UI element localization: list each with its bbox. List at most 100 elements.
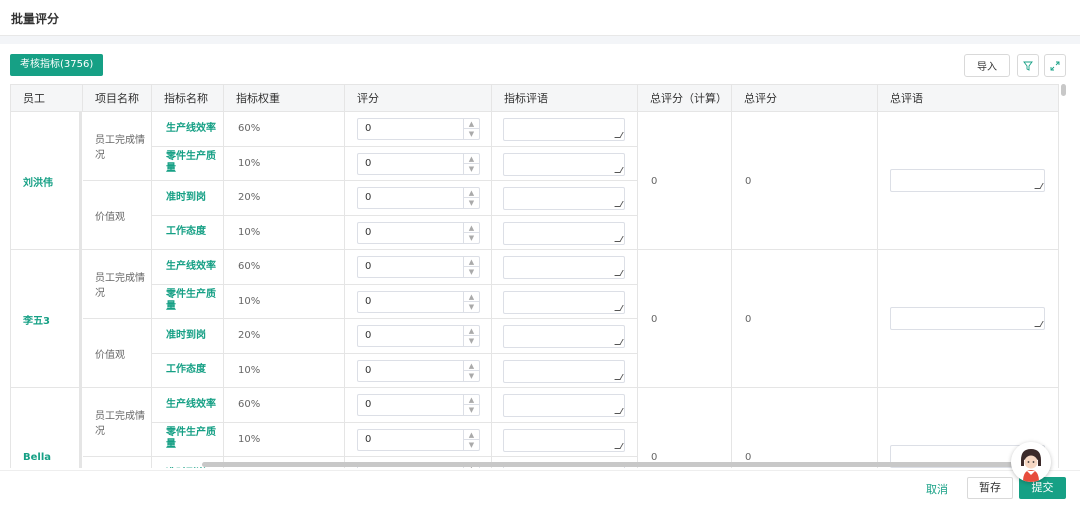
score-input[interactable]: 0 ▲ ▼ [357, 394, 480, 416]
stepper-up-icon[interactable]: ▲ [464, 223, 479, 233]
score-stepper[interactable]: ▲ ▼ [463, 119, 479, 139]
horizontal-scrollbar[interactable] [202, 462, 1017, 467]
score-input[interactable]: 0 ▲ ▼ [357, 118, 480, 140]
stepper-up-icon[interactable]: ▲ [464, 430, 479, 440]
indicator-name[interactable]: 生产线效率 [152, 388, 224, 423]
indicator-name[interactable]: 生产线效率 [152, 112, 224, 147]
score-stepper[interactable]: ▲ ▼ [463, 257, 479, 277]
stepper-down-icon[interactable]: ▼ [464, 164, 479, 174]
expand-icon [1050, 61, 1060, 70]
stepper-down-icon[interactable]: ▼ [464, 198, 479, 208]
stepper-up-icon[interactable]: ▲ [464, 257, 479, 267]
indicator-comment-textarea[interactable] [503, 221, 625, 245]
score-input[interactable]: 0 ▲ ▼ [357, 152, 480, 175]
stepper-up-icon[interactable]: ▲ [464, 292, 479, 302]
indicator-name[interactable]: 工作态度 [152, 353, 224, 388]
filter-button[interactable] [1017, 54, 1039, 77]
score-input[interactable]: 0 ▲ ▼ [357, 187, 480, 209]
indicator-comment-textarea[interactable] [503, 394, 625, 417]
score-input[interactable]: 0 ▲ ▼ [357, 428, 480, 451]
project-name: 价值观 [83, 181, 152, 250]
stepper-down-icon[interactable]: ▼ [464, 233, 479, 243]
score-stepper[interactable]: ▲ ▼ [463, 395, 479, 415]
indicator-comment-cell [492, 181, 638, 216]
score-cell: 0 ▲ ▼ [345, 215, 492, 250]
total-score: 0 [732, 250, 878, 388]
header-total: 总评分 [732, 85, 878, 112]
indicator-comment-textarea[interactable] [503, 187, 625, 210]
indicator-name[interactable]: 零件生产质量 [152, 422, 224, 457]
project-name: 员工完成情况 [83, 250, 152, 319]
score-cell: 0 ▲ ▼ [345, 388, 492, 423]
employee-name[interactable]: 刘洪伟 [11, 112, 82, 250]
score-value: 0 [365, 157, 372, 169]
score-value: 0 [365, 295, 372, 307]
score-cell: 0 ▲ ▼ [345, 284, 492, 319]
score-stepper[interactable]: ▲ ▼ [463, 153, 479, 174]
stepper-down-icon[interactable]: ▼ [464, 371, 479, 381]
indicator-name[interactable]: 准时到岗 [152, 181, 224, 216]
stepper-up-icon[interactable]: ▲ [464, 188, 479, 198]
indicator-comment-cell [492, 112, 638, 147]
score-stepper[interactable]: ▲ ▼ [463, 291, 479, 312]
indicator-weight: 10% [224, 284, 345, 319]
score-stepper[interactable]: ▲ ▼ [463, 429, 479, 450]
score-stepper[interactable]: ▲ ▼ [463, 326, 479, 346]
save-draft-button[interactable]: 暂存 [967, 477, 1013, 499]
score-cell: 0 ▲ ▼ [345, 112, 492, 147]
score-input[interactable]: 0 ▲ ▼ [357, 290, 480, 313]
total-comment-textarea[interactable] [890, 307, 1045, 330]
score-input[interactable]: 0 ▲ ▼ [357, 221, 480, 244]
total-score: 0 [732, 388, 878, 468]
assistant-avatar-icon[interactable] [1011, 442, 1051, 482]
score-input[interactable]: 0 ▲ ▼ [357, 256, 480, 278]
score-stepper[interactable]: ▲ ▼ [463, 222, 479, 243]
header-project: 项目名称 [83, 85, 152, 112]
stepper-down-icon[interactable]: ▼ [464, 405, 479, 415]
indicator-weight: 20% [224, 319, 345, 354]
score-input[interactable]: 0 ▲ ▼ [357, 325, 480, 347]
stepper-up-icon[interactable]: ▲ [464, 119, 479, 129]
score-input[interactable]: 0 ▲ ▼ [357, 359, 480, 382]
stepper-down-icon[interactable]: ▼ [464, 336, 479, 346]
header-weight: 指标权重 [224, 85, 345, 112]
indicator-name[interactable]: 工作态度 [152, 215, 224, 250]
indicator-name[interactable]: 生产线效率 [152, 250, 224, 285]
indicator-comment-textarea[interactable] [503, 290, 625, 314]
indicator-comment-cell [492, 284, 638, 319]
indicator-comment-textarea[interactable] [503, 428, 625, 452]
import-button[interactable]: 导入 [964, 54, 1010, 77]
indicator-button[interactable]: 考核指标(3756) [10, 54, 104, 76]
total-comment-textarea[interactable] [890, 169, 1045, 192]
score-stepper[interactable]: ▲ ▼ [463, 188, 479, 208]
cancel-button[interactable]: 取消 [926, 481, 948, 497]
stepper-down-icon[interactable]: ▼ [464, 302, 479, 312]
employee-group: 李五3 员工完成情况 价值观 生产线效率 60% 0 ▲ ▼ 零件生产质量 10… [11, 250, 1058, 388]
indicator-comment-textarea[interactable] [503, 152, 625, 176]
indicator-comment-textarea[interactable] [503, 118, 625, 141]
indicator-comment-textarea[interactable] [503, 256, 625, 279]
indicator-weight: 10% [224, 422, 345, 457]
indicator-comment-cell [492, 388, 638, 423]
header-divider [0, 36, 1080, 44]
stepper-down-icon[interactable]: ▼ [464, 129, 479, 139]
employee-name[interactable]: 李五3 [11, 250, 82, 388]
indicator-name[interactable]: 零件生产质量 [152, 284, 224, 319]
indicator-name[interactable]: 零件生产质量 [152, 146, 224, 181]
stepper-up-icon[interactable]: ▲ [464, 326, 479, 336]
header-indicator-comment: 指标评语 [492, 85, 638, 112]
expand-button[interactable] [1044, 54, 1066, 77]
indicator-comment-textarea[interactable] [503, 359, 625, 383]
indicator-comment-textarea[interactable] [503, 325, 625, 348]
stepper-down-icon[interactable]: ▼ [464, 267, 479, 277]
vertical-scrollbar[interactable] [1061, 84, 1066, 96]
indicator-name[interactable]: 准时到岗 [152, 319, 224, 354]
stepper-up-icon[interactable]: ▲ [464, 361, 479, 371]
stepper-up-icon[interactable]: ▲ [464, 154, 479, 164]
score-stepper[interactable]: ▲ ▼ [463, 360, 479, 381]
employee-name[interactable]: Bella [11, 388, 82, 468]
header-calc-total: 总评分（计算） [638, 85, 732, 112]
stepper-down-icon[interactable]: ▼ [464, 440, 479, 450]
footer-bar: 取消 暂存 提交 [0, 470, 1080, 505]
stepper-up-icon[interactable]: ▲ [464, 395, 479, 405]
